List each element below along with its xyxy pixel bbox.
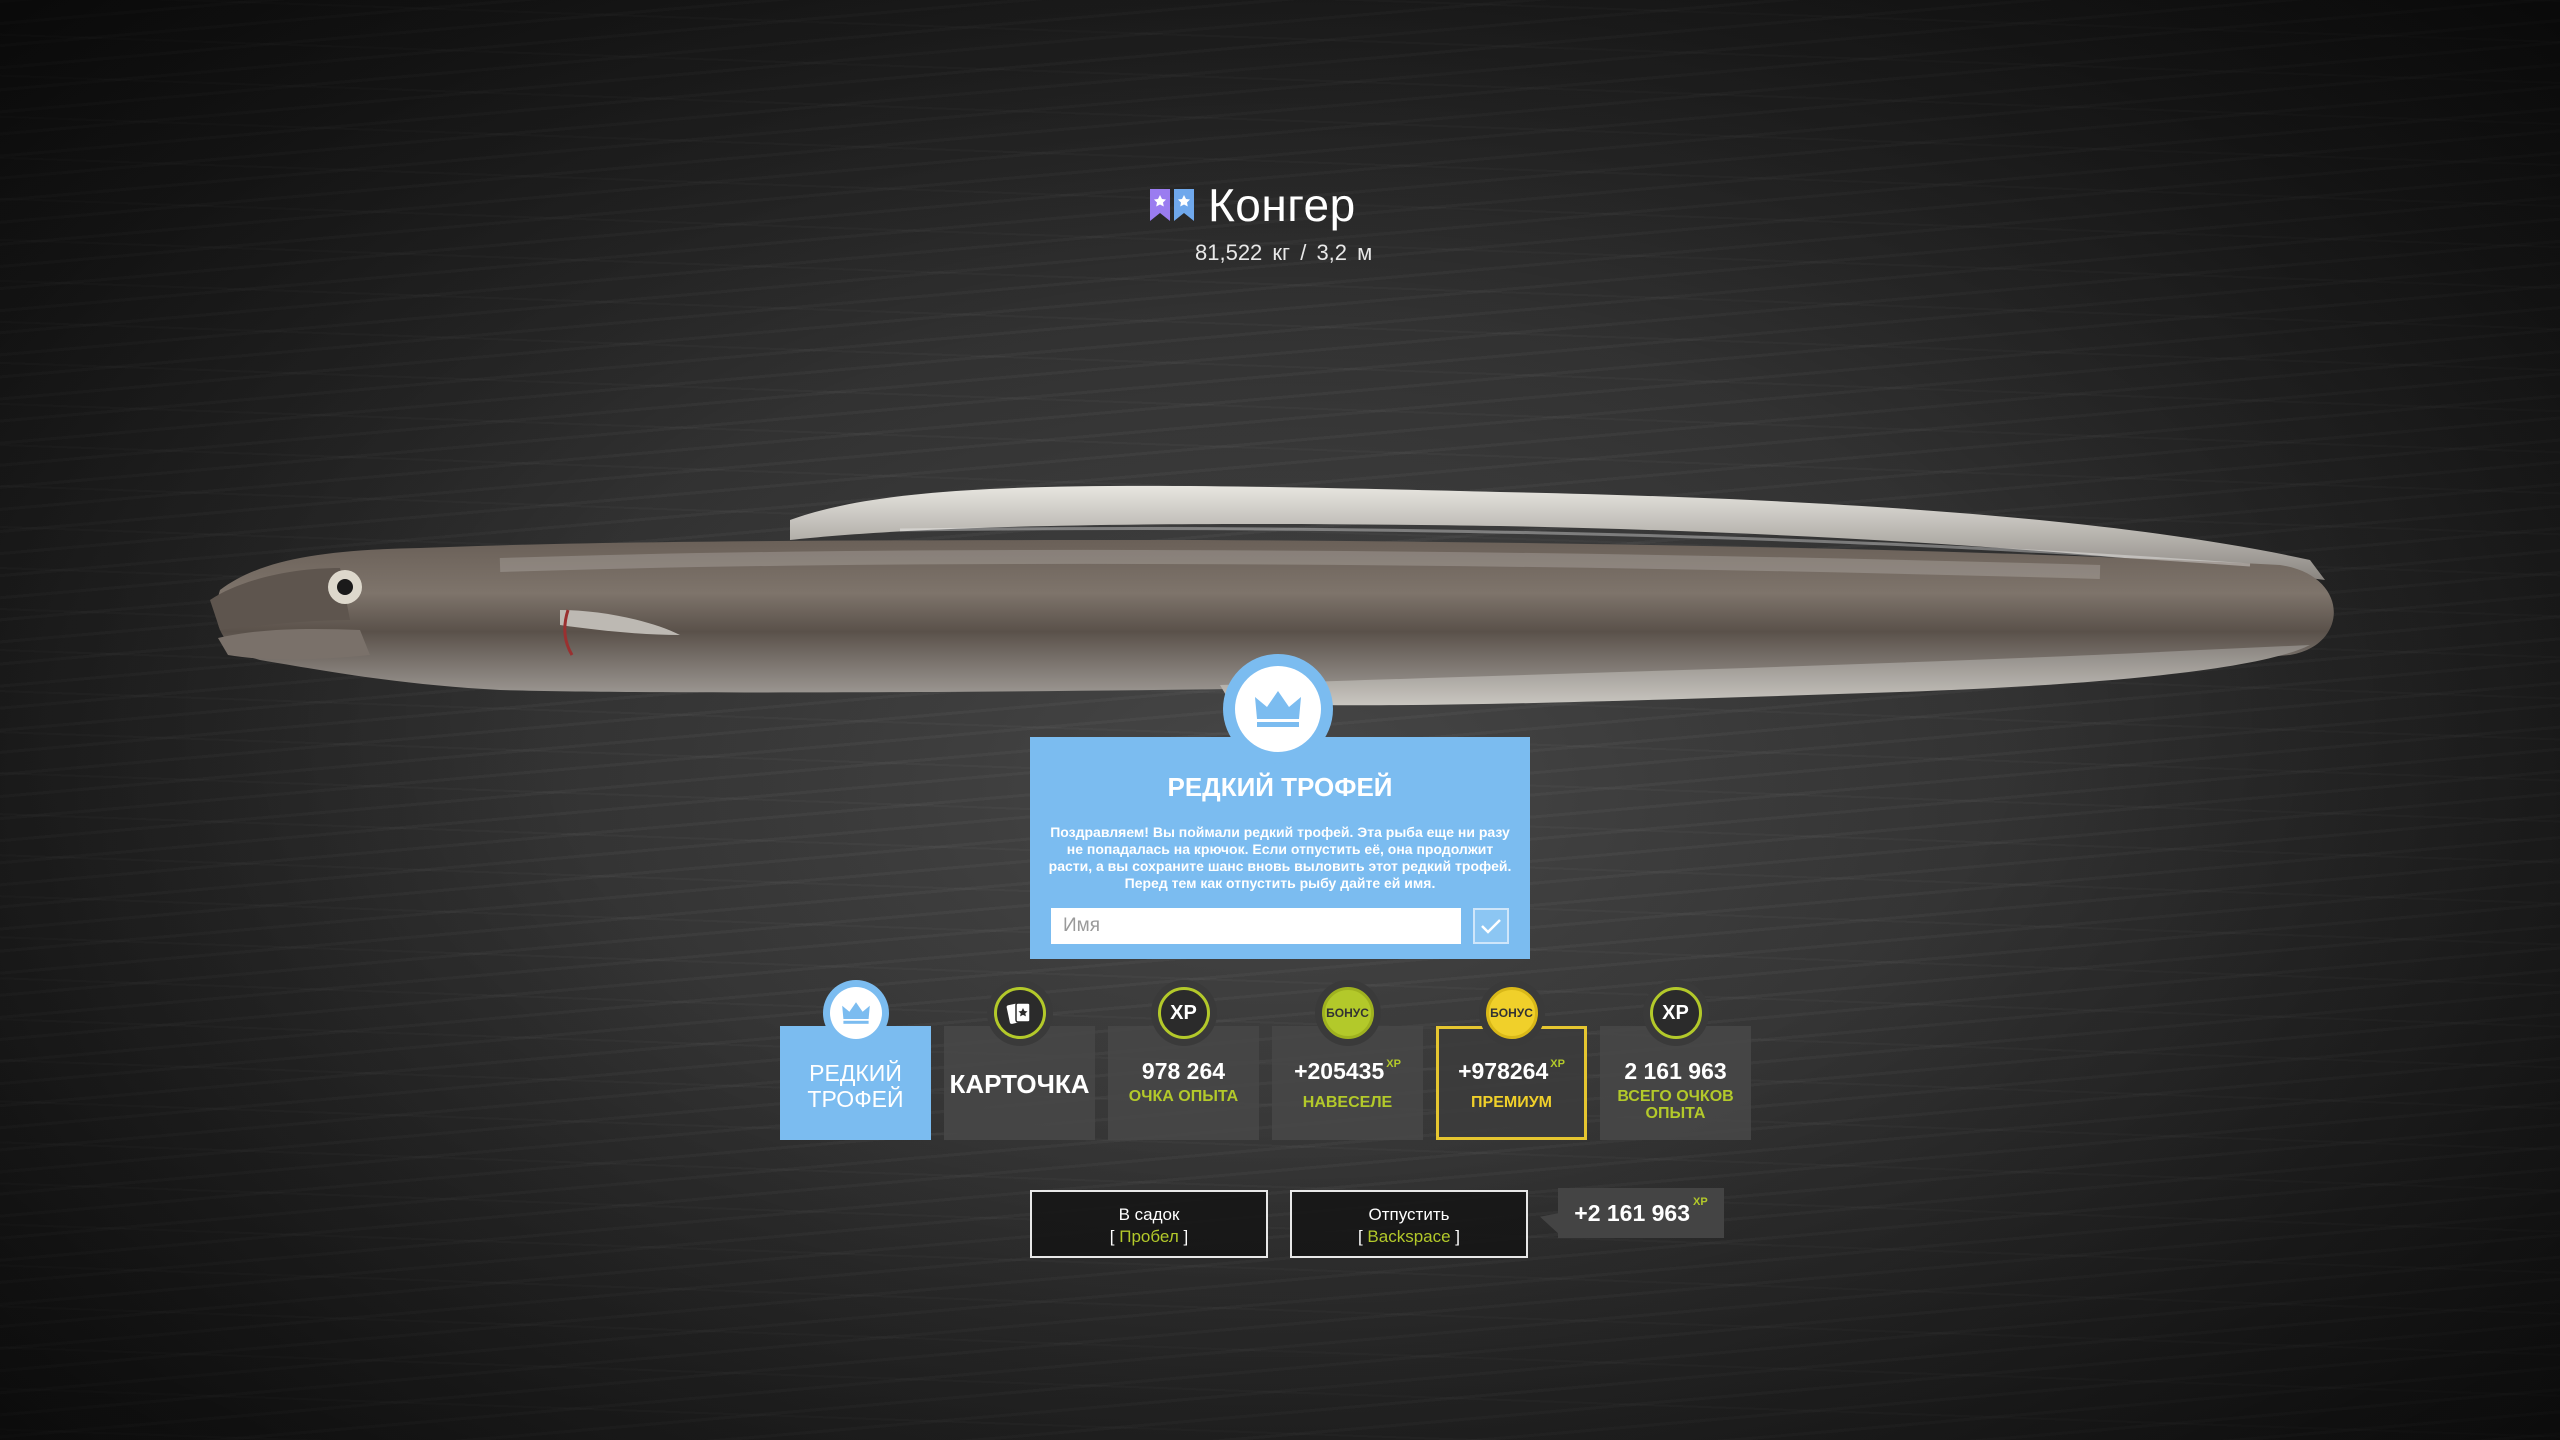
- release-hotkey: [ Backspace ]: [1357, 1227, 1461, 1246]
- rare-trophy-title: РЕДКИЙ ТРОФЕЙ: [1167, 772, 1393, 802]
- rare-fish-badge-icon: [1150, 189, 1194, 221]
- cards-icon: [993, 987, 1046, 1039]
- card-trading-card[interactable]: КАРТОЧКА: [944, 980, 1095, 1140]
- xp-icon: XP: [1649, 987, 1702, 1039]
- keep-in-net-button[interactable]: В садок [ Пробел ]: [1030, 1190, 1268, 1258]
- fish-name-input[interactable]: [1051, 908, 1461, 944]
- premium-bonus-icon: БОНУС: [1485, 987, 1538, 1039]
- card-trading-card-label: КАРТОЧКА: [949, 1069, 1090, 1099]
- card-total-xp-label: ВСЕГО ОЧКОВ ОПЫТА: [1617, 1088, 1734, 1122]
- ribbon-icon: [1150, 189, 1170, 221]
- crown-icon: [829, 987, 882, 1039]
- fish-stats: 81,522 кг / 3,2 м: [1195, 240, 1372, 266]
- fish-name: Конгер: [1208, 179, 1356, 231]
- card-xp-label: ОЧКА ОПЫТА: [1128, 1088, 1239, 1105]
- keep-label: В садок: [1118, 1205, 1180, 1224]
- release-button[interactable]: Отпустить [ Backspace ]: [1290, 1190, 1528, 1258]
- card-bonus-fun-value: +205435 XP: [1294, 1058, 1401, 1084]
- card-xp[interactable]: XP 978 264 ОЧКА ОПЫТА: [1108, 980, 1259, 1140]
- card-bonus-fun[interactable]: БОНУС +205435 XP НАВЕСЕЛЕ: [1272, 980, 1423, 1140]
- confirm-name-button[interactable]: [1473, 908, 1509, 944]
- bonus-icon: БОНУС: [1321, 987, 1374, 1039]
- card-bonus-fun-label: НАВЕСЕЛЕ: [1302, 1094, 1393, 1111]
- xp-icon: XP: [1157, 987, 1210, 1039]
- card-bonus-premium[interactable]: БОНУС +978264 XP ПРЕМИУМ: [1436, 980, 1587, 1140]
- card-bonus-premium-value: +978264 XP: [1458, 1058, 1565, 1084]
- fish-weight: 81,522 кг: [1195, 240, 1291, 265]
- rare-trophy-description: Поздравляем! Вы поймали редкий трофей. Э…: [1048, 824, 1512, 891]
- reward-cards: РЕДКИЙ ТРОФЕЙ КАРТОЧКА XP 978 264 ОЧКА О…: [780, 980, 1751, 1140]
- card-total-xp-value: 2 161 963: [1624, 1058, 1727, 1084]
- card-bonus-premium-label: ПРЕМИУМ: [1471, 1094, 1552, 1111]
- card-xp-value: 978 264: [1141, 1058, 1226, 1084]
- fish-length: 3,2 м: [1316, 240, 1373, 265]
- release-label: Отпустить: [1368, 1205, 1450, 1224]
- card-rare-trophy[interactable]: РЕДКИЙ ТРОФЕЙ: [780, 980, 931, 1140]
- ribbon-icon: [1174, 189, 1194, 221]
- card-rare-trophy-label: РЕДКИЙ ТРОФЕЙ: [807, 1060, 904, 1112]
- card-total-xp[interactable]: XP 2 161 963 ВСЕГО ОЧКОВ ОПЫТА: [1600, 980, 1751, 1140]
- crown-icon: [1255, 691, 1301, 727]
- release-xp-reward: +2 161 963 XP: [1558, 1188, 1724, 1238]
- checkmark-icon: [1481, 919, 1501, 934]
- rare-trophy-panel: РЕДКИЙ ТРОФЕЙ Поздравляем! Вы поймали ре…: [1030, 737, 1530, 959]
- stats-separator: /: [1300, 240, 1307, 265]
- trophy-crown-badge: [1223, 654, 1333, 764]
- keep-hotkey: [ Пробел ]: [1109, 1227, 1189, 1246]
- fish-title-row: Конгер: [1150, 178, 1356, 232]
